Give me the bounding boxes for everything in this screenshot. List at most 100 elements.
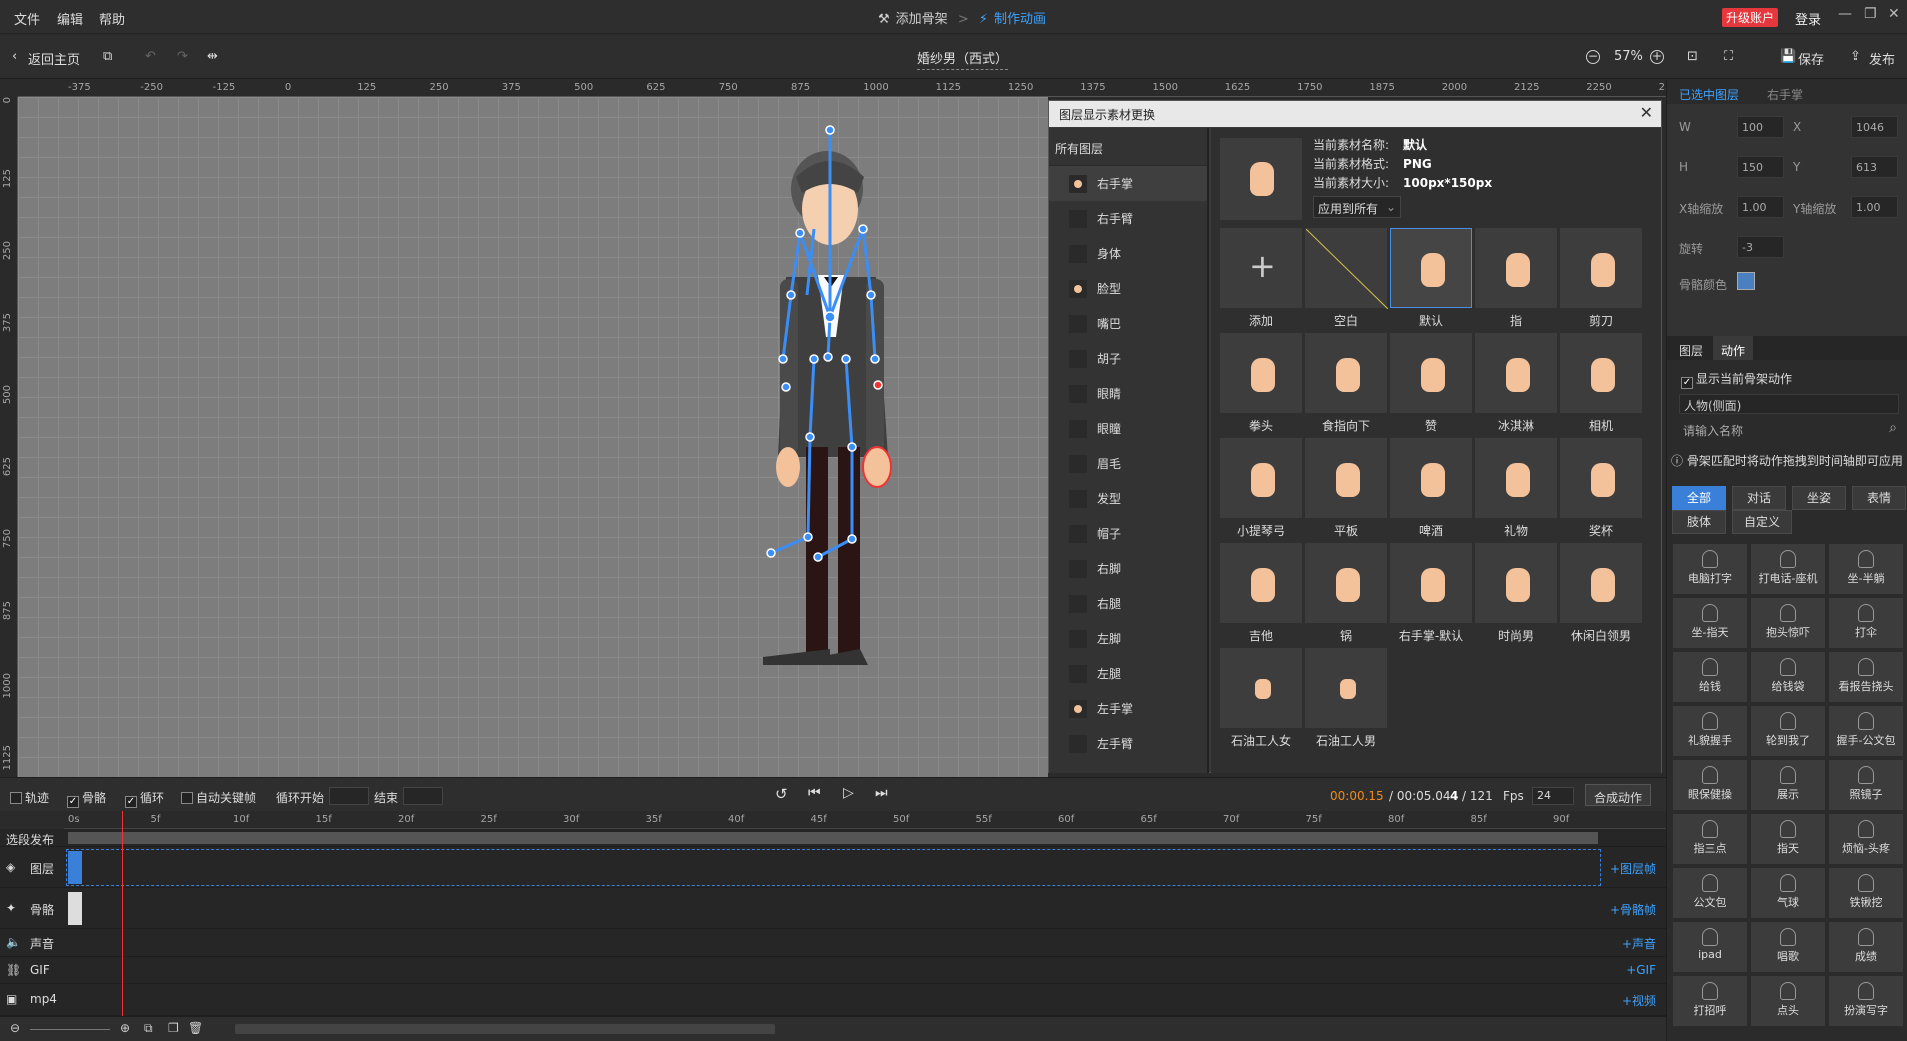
publish-button[interactable]: 发布 xyxy=(1869,49,1895,68)
timeline-track[interactable]: ⛓ GIF +GIF xyxy=(0,957,1666,984)
asset-item[interactable]: 相机 xyxy=(1560,333,1642,434)
asset-item[interactable]: 啤酒 xyxy=(1390,438,1472,539)
segment-range-bar[interactable] xyxy=(68,832,1598,844)
action-item[interactable]: 坐-指天 xyxy=(1673,598,1747,648)
minimize-icon[interactable]: — xyxy=(1838,6,1852,22)
restore-icon[interactable]: ❐ xyxy=(1864,6,1877,22)
fps-select[interactable]: 24 xyxy=(1532,787,1574,805)
asset-item[interactable]: + 添加 xyxy=(1220,228,1302,329)
timeline-track[interactable]: 🔈 声音 +声音 xyxy=(0,929,1666,957)
copy-icon[interactable]: ⧉ xyxy=(144,1021,153,1036)
redo-icon[interactable]: ↷ xyxy=(177,49,188,64)
asset-item[interactable]: 冰淇淋 xyxy=(1475,333,1557,434)
tab-selected-layer[interactable]: 已选中图层 xyxy=(1679,86,1739,103)
loop-end-input[interactable] xyxy=(403,787,443,805)
action-item[interactable]: 成绩 xyxy=(1829,922,1903,972)
action-item[interactable]: ipad xyxy=(1673,922,1747,972)
height-input[interactable]: 150 xyxy=(1737,156,1784,178)
menu-edit[interactable]: 编辑 xyxy=(57,9,83,28)
layer-item[interactable]: 左手臂 xyxy=(1049,726,1207,761)
document-title[interactable]: 婚纱男（西式） xyxy=(917,48,1009,70)
add-track-frame-button[interactable]: +图层帧 xyxy=(1610,860,1656,877)
filter-chip[interactable]: 坐姿 xyxy=(1792,486,1846,510)
layer-item[interactable]: 帽子 xyxy=(1049,516,1207,551)
rotation-input[interactable]: -3 xyxy=(1737,236,1784,258)
scale-y-input[interactable]: 1.00 xyxy=(1851,196,1898,218)
asset-item[interactable]: 赞 xyxy=(1390,333,1472,434)
compose-action-button[interactable]: 合成动作 xyxy=(1585,784,1652,806)
action-item[interactable]: 展示 xyxy=(1751,760,1825,810)
timeline-zoom-slider[interactable] xyxy=(30,1029,110,1030)
autokey-checkbox[interactable]: 自动关键帧 xyxy=(181,789,256,806)
asset-item[interactable]: 礼物 xyxy=(1475,438,1557,539)
delete-icon[interactable]: 🗑 xyxy=(188,1021,203,1035)
asset-item[interactable]: 指 xyxy=(1475,228,1557,329)
dialog-close-button[interactable]: ✕ xyxy=(1640,103,1653,122)
character-select[interactable]: 人物(侧面) xyxy=(1679,394,1899,414)
asset-item[interactable]: 拳头 xyxy=(1220,333,1302,434)
tab-layer-name[interactable]: 右手掌 xyxy=(1767,86,1803,103)
publish-icon[interactable]: ⇪ xyxy=(1850,49,1861,64)
layer-item[interactable]: 眉毛 xyxy=(1049,446,1207,481)
action-item[interactable]: 礼貌握手 xyxy=(1673,706,1747,756)
action-item[interactable]: 铁锹挖 xyxy=(1829,868,1903,918)
layer-item[interactable]: 身体 xyxy=(1049,236,1207,271)
actual-size-icon[interactable]: ⊡ xyxy=(1687,49,1698,64)
asset-item[interactable]: 空白 xyxy=(1305,228,1389,329)
add-frame-icon[interactable]: ⧉ xyxy=(103,49,112,64)
asset-item[interactable]: 石油工人男 xyxy=(1305,648,1387,749)
next-frame-icon[interactable]: ⏭ xyxy=(875,785,888,801)
tab-layers[interactable]: 图层 xyxy=(1679,342,1703,359)
scale-x-input[interactable]: 1.00 xyxy=(1737,196,1784,218)
asset-item[interactable]: 小提琴弓 xyxy=(1220,438,1302,539)
loop-checkbox[interactable]: ✓ 循环 xyxy=(125,789,164,808)
undo-icon[interactable]: ↶ xyxy=(145,49,156,64)
action-item[interactable]: 眼保健操 xyxy=(1673,760,1747,810)
tab-actions[interactable]: 动作 xyxy=(1713,336,1754,360)
fullscreen-icon[interactable]: ⛶ xyxy=(1724,49,1733,64)
action-item[interactable]: 电脑打字 xyxy=(1673,544,1747,594)
layer-item[interactable]: 发型 xyxy=(1049,481,1207,516)
action-item[interactable]: 抱头惊吓 xyxy=(1751,598,1825,648)
step-add-skeleton[interactable]: 添加骨架 xyxy=(896,12,948,27)
action-item[interactable]: 公文包 xyxy=(1673,868,1747,918)
play-icon[interactable]: ▷ xyxy=(843,785,854,801)
loop-start-input[interactable] xyxy=(329,787,369,805)
filter-chip[interactable]: 全部 xyxy=(1672,486,1726,510)
menu-file[interactable]: 文件 xyxy=(14,9,40,28)
timeline-track[interactable]: ▣ mp4 +视频 xyxy=(0,984,1666,1016)
action-item[interactable]: 扮演写字 xyxy=(1829,976,1903,1026)
action-item[interactable]: 唱歌 xyxy=(1751,922,1825,972)
back-home-button[interactable]: 返回主页 xyxy=(28,49,80,68)
asset-item[interactable]: 右手掌-默认 xyxy=(1390,543,1472,644)
width-input[interactable]: 100 xyxy=(1737,116,1784,138)
login-button[interactable]: 登录 xyxy=(1795,9,1821,28)
bone-checkbox[interactable]: ✓ 骨骼 xyxy=(67,789,106,808)
zoom-out-icon[interactable]: − xyxy=(1586,49,1600,64)
filter-chip[interactable]: 对话 xyxy=(1732,486,1786,510)
layer-item[interactable]: 左手掌 xyxy=(1049,691,1207,726)
layer-item[interactable]: 右腿 xyxy=(1049,586,1207,621)
search-icon[interactable]: ⌕ xyxy=(1889,420,1897,436)
asset-item[interactable]: 食指向下 xyxy=(1305,333,1387,434)
show-actions-checkbox[interactable]: ✓ 显示当前骨架动作 xyxy=(1681,370,1792,389)
layer-item[interactable]: 脸型 xyxy=(1049,271,1207,306)
layer-item[interactable]: 右手臂 xyxy=(1049,201,1207,236)
action-item[interactable]: 指三点 xyxy=(1673,814,1747,864)
layer-item[interactable]: 左脚 xyxy=(1049,621,1207,656)
save-button[interactable]: 保存 xyxy=(1798,49,1824,68)
keyframe[interactable] xyxy=(68,892,82,925)
layer-item[interactable]: 右手掌 xyxy=(1049,166,1207,201)
action-item[interactable]: 握手-公文包 xyxy=(1829,706,1903,756)
action-item[interactable]: 照镜子 xyxy=(1829,760,1903,810)
layer-item[interactable]: 眼睛 xyxy=(1049,376,1207,411)
timeline-track[interactable]: ◈ 图层 +图层帧 xyxy=(0,847,1666,888)
timeline-track[interactable]: ✦ 骨骼 +骨骼帧 xyxy=(0,888,1666,929)
action-item[interactable]: 打电话-座机 xyxy=(1751,544,1825,594)
bone-color-swatch[interactable] xyxy=(1737,272,1755,290)
action-item[interactable]: 打招呼 xyxy=(1673,976,1747,1026)
action-item[interactable]: 指天 xyxy=(1751,814,1825,864)
layer-item[interactable]: 嘴巴 xyxy=(1049,306,1207,341)
upgrade-button[interactable]: 升级账户 xyxy=(1722,8,1779,27)
action-item[interactable]: 坐-半躺 xyxy=(1829,544,1903,594)
